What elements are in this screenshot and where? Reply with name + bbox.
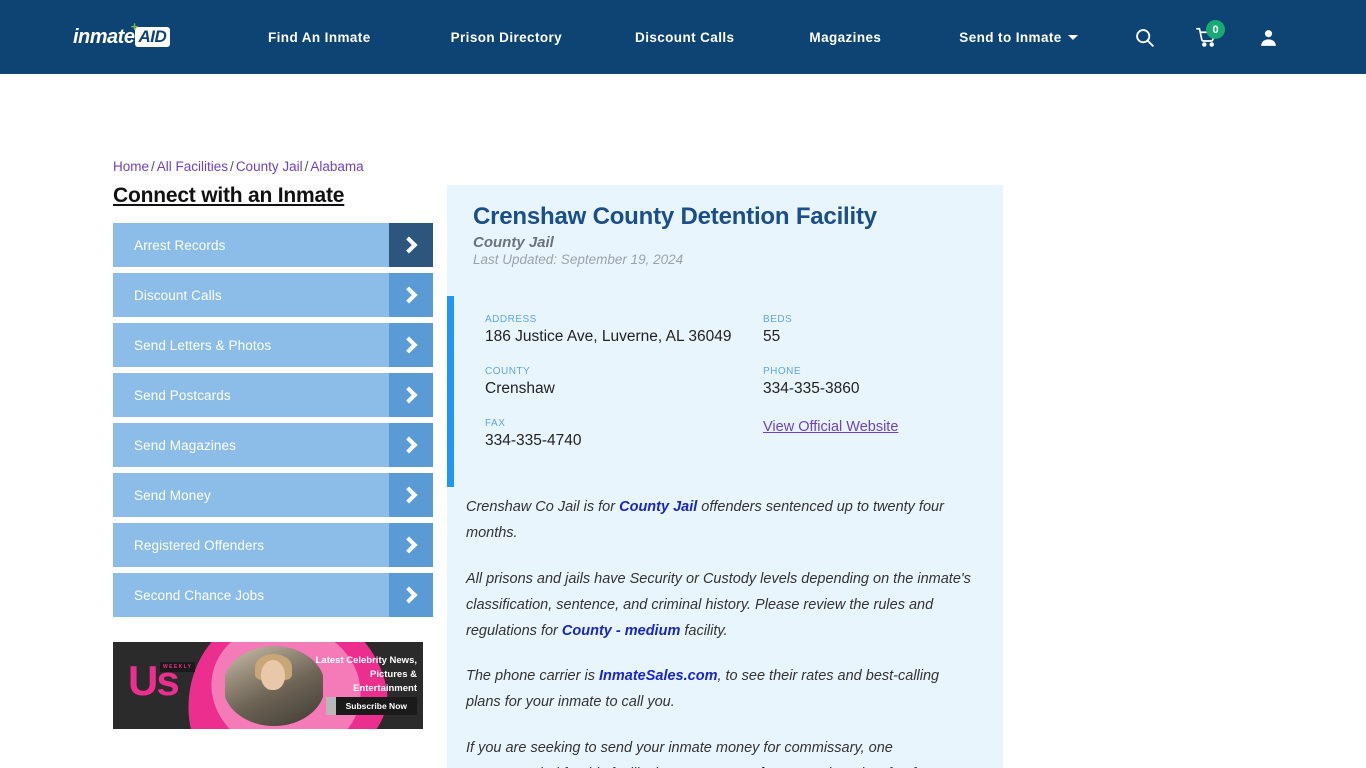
- sidebar-item-send-letters-photos[interactable]: Send Letters & Photos: [113, 323, 433, 367]
- chevron-right-icon: [389, 523, 433, 567]
- facility-description-paragraph: The phone carrier is InmateSales.com, to…: [466, 664, 971, 716]
- nav-item-send-to-inmate-label: Send to Inmate: [959, 29, 1062, 45]
- logo-badge-text: AID: [138, 27, 167, 47]
- view-official-website-link[interactable]: View Official Website: [763, 419, 898, 435]
- sidebar-item-label: Second Chance Jobs: [134, 587, 265, 603]
- ad-brand-sublabel: WEEKLY: [160, 662, 196, 672]
- site-header: inmate + AID Find An Inmate Prison Direc…: [0, 0, 1366, 74]
- breadcrumb-item-alabama[interactable]: Alabama: [310, 159, 363, 174]
- shopping-cart-icon[interactable]: 0: [1184, 15, 1228, 59]
- sidebar-item-send-money[interactable]: Send Money: [113, 473, 433, 517]
- paragraph-text: If you are seeking to send your inmate m…: [466, 740, 893, 768]
- page-title: Crenshaw County Detention Facility: [473, 203, 877, 230]
- logo-wordmark: inmate: [73, 25, 135, 48]
- sidebar-item-label: Send Letters & Photos: [134, 337, 272, 353]
- breadcrumb-item-all-facilities[interactable]: All Facilities: [157, 159, 228, 174]
- breadcrumb-item-county-jail[interactable]: County Jail: [236, 159, 303, 174]
- info-label: ADDRESS: [485, 314, 537, 325]
- paragraph-text: The phone carrier is: [466, 668, 599, 685]
- facility-description: Crenshaw Co Jail is for County Jail offe…: [447, 487, 1003, 768]
- breadcrumb-separator: /: [230, 159, 234, 174]
- chevron-right-icon: [389, 473, 433, 517]
- info-value: Crenshaw: [485, 379, 555, 397]
- sidebar-item-label: Send Money: [134, 487, 211, 503]
- site-logo[interactable]: inmate + AID: [73, 20, 171, 49]
- info-field-address: ADDRESS 186 Justice Ave, Luverne, AL 360…: [485, 314, 763, 366]
- sidebar-item-label: Send Magazines: [134, 437, 236, 453]
- sidebar-item-label: Registered Offenders: [134, 537, 265, 553]
- facility-description-paragraph: All prisons and jails have Security or C…: [466, 567, 971, 644]
- info-field-website: View Official Website: [763, 418, 977, 470]
- facility-main-panel: Crenshaw County Detention Facility Count…: [447, 185, 1003, 768]
- info-label: BEDS: [763, 314, 793, 325]
- highlight-link-text[interactable]: County Jail: [619, 499, 697, 515]
- info-label: PHONE: [763, 365, 802, 377]
- info-value: 55: [763, 328, 781, 345]
- facility-info-grid: ADDRESS 186 Justice Ave, Luverne, AL 360…: [485, 314, 977, 469]
- sidebar-item-second-chance-jobs[interactable]: Second Chance Jobs: [113, 573, 433, 617]
- chevron-down-icon: [1067, 35, 1078, 41]
- chevron-right-icon: [389, 423, 433, 467]
- facility-description-paragraph: Crenshaw Co Jail is for County Jail offe…: [466, 495, 971, 547]
- sidebar: Connect with an Inmate Arrest Records Di…: [113, 184, 433, 729]
- main-navigation: Find An Inmate Prison Directory Discount…: [268, 0, 1078, 74]
- paragraph-text: facility.: [680, 622, 728, 639]
- ad-copy-text: Latest Celebrity News, Pictures & Entert…: [315, 655, 417, 694]
- sidebar-item-arrest-records[interactable]: Arrest Records: [113, 223, 433, 267]
- info-value: 186 Justice Ave, Luverne, AL 36049: [485, 328, 732, 345]
- sidebar-item-discount-calls[interactable]: Discount Calls: [113, 273, 433, 317]
- breadcrumb-item-home[interactable]: Home: [113, 159, 149, 174]
- sidebar-item-send-magazines[interactable]: Send Magazines: [113, 423, 433, 467]
- cart-count-badge: 0: [1206, 20, 1225, 39]
- facility-info-block: ADDRESS 186 Justice Ave, Luverne, AL 360…: [447, 296, 1003, 488]
- chevron-right-icon: [389, 223, 433, 267]
- paragraph-text: Crenshaw Co Jail is for: [466, 499, 620, 516]
- facility-description-paragraph: If you are seeking to send your inmate m…: [466, 736, 971, 768]
- info-value: 334-335-3860: [763, 379, 860, 397]
- info-label: FAX: [485, 417, 506, 429]
- info-value: 334-335-4740: [485, 431, 582, 449]
- info-label: COUNTY: [485, 365, 531, 377]
- breadcrumb-separator: /: [151, 159, 155, 174]
- sidebar-item-label: Discount Calls: [134, 287, 222, 303]
- sidebar-item-label: Send Postcards: [134, 387, 231, 403]
- nav-item-send-to-inmate[interactable]: Send to Inmate: [959, 24, 1078, 51]
- facility-header: Crenshaw County Detention Facility Count…: [447, 185, 1003, 267]
- highlight-link-text[interactable]: InmateSales.com: [599, 668, 717, 684]
- sidebar-title: Connect with an Inmate: [113, 184, 345, 207]
- nav-item-prison-directory[interactable]: Prison Directory: [451, 24, 562, 51]
- nav-item-discount-calls[interactable]: Discount Calls: [635, 24, 734, 51]
- search-icon[interactable]: [1122, 15, 1166, 59]
- chevron-right-icon: [389, 573, 433, 617]
- breadcrumb: Home / All Facilities / County Jail / Alabama: [113, 159, 364, 174]
- info-field-fax: FAX 334-335-4740: [485, 418, 763, 470]
- sidebar-item-registered-offenders[interactable]: Registered Offenders: [113, 523, 433, 567]
- sidebar-item-label: Arrest Records: [134, 237, 226, 253]
- chevron-right-icon: [389, 273, 433, 317]
- logo-badge: + AID: [130, 20, 171, 47]
- advertisement-banner[interactable]: Us WEEKLY Latest Celebrity News, Picture…: [113, 642, 423, 729]
- header-actions: 0: [1122, 0, 1366, 74]
- chevron-right-icon: [389, 373, 433, 417]
- info-field-phone: PHONE 334-335-3860: [763, 366, 977, 418]
- ad-subscribe-button[interactable]: Subscribe Now: [325, 697, 417, 715]
- info-field-beds: BEDS 55: [763, 314, 977, 366]
- info-field-county: COUNTY Crenshaw: [485, 366, 763, 418]
- facility-type: County Jail: [473, 234, 554, 251]
- nav-item-magazines[interactable]: Magazines: [809, 24, 881, 51]
- sidebar-item-send-postcards[interactable]: Send Postcards: [113, 373, 433, 417]
- user-account-icon[interactable]: [1246, 15, 1290, 59]
- ad-photo-face: [261, 660, 285, 690]
- last-updated-text: Last Updated: September 19, 2024: [473, 252, 684, 267]
- plus-cross-icon: +: [130, 19, 138, 35]
- nav-item-find-an-inmate[interactable]: Find An Inmate: [268, 24, 371, 51]
- chevron-right-icon: [389, 323, 433, 367]
- highlight-link-text[interactable]: County - medium: [562, 623, 680, 639]
